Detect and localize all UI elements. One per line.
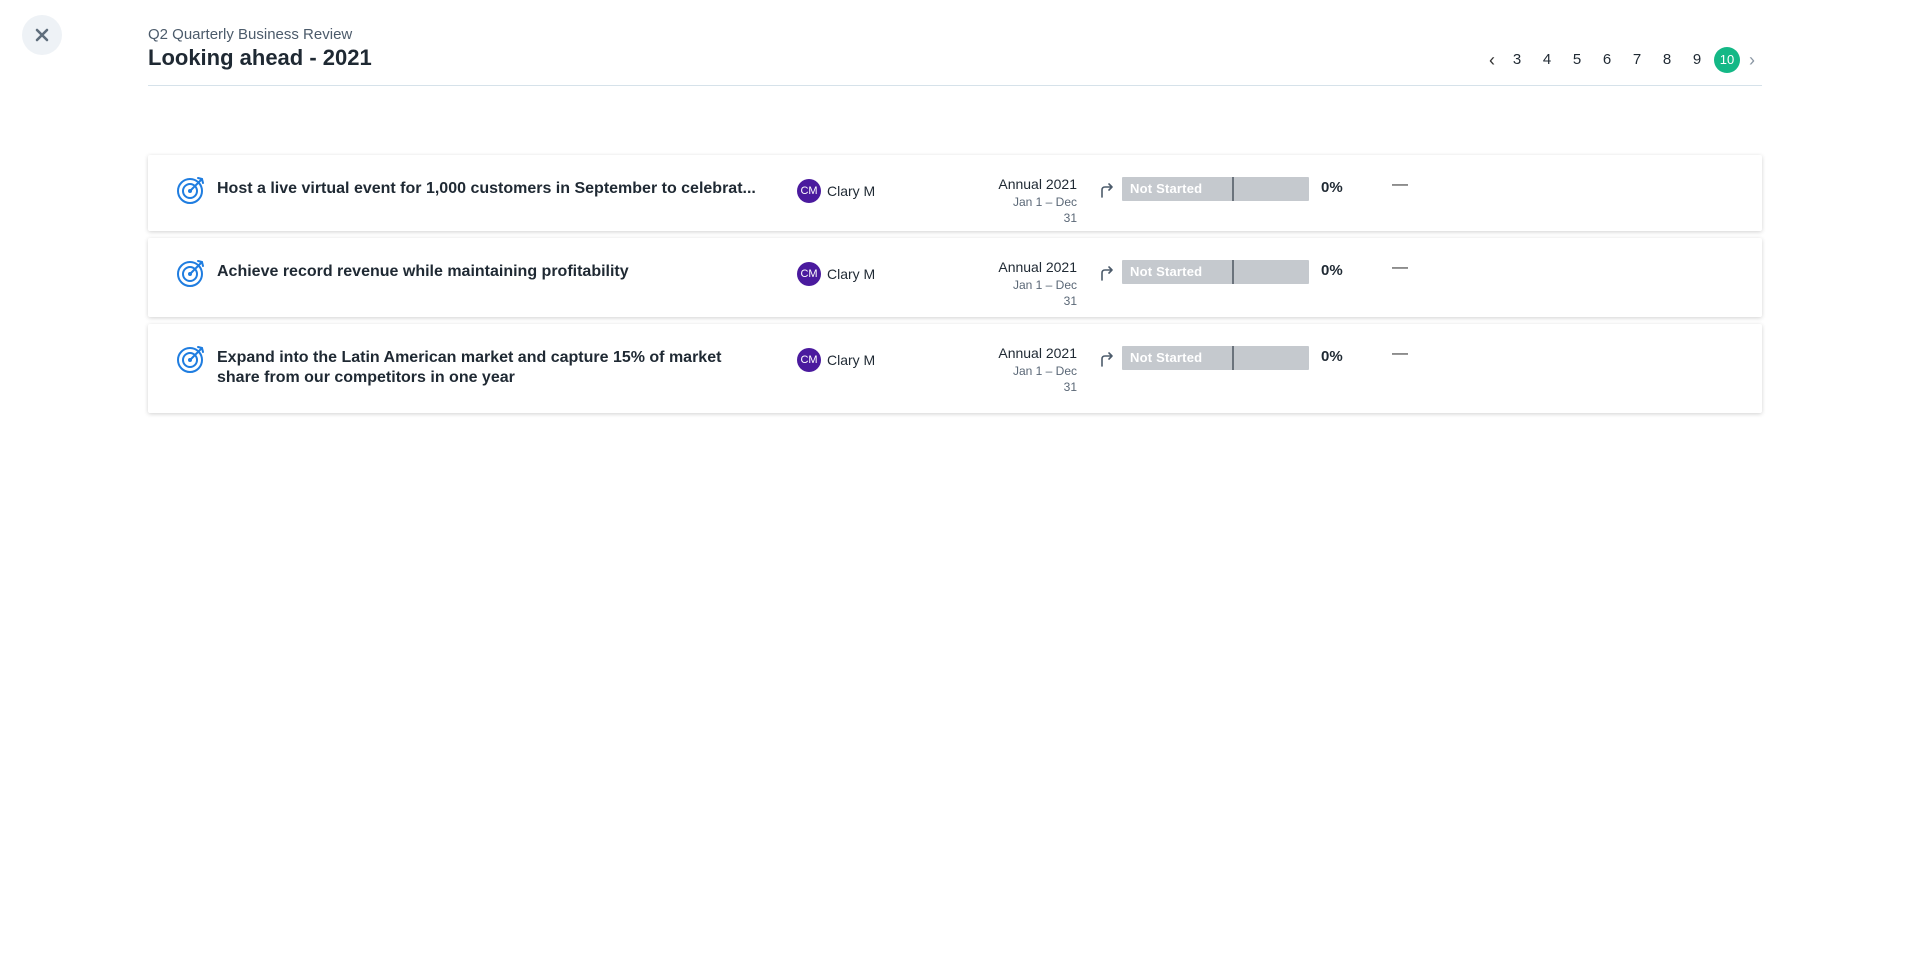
page-6[interactable]: 6 <box>1592 47 1622 73</box>
status-label: Not Started <box>1130 181 1203 196</box>
goal-period: Annual 2021 Jan 1 – Dec 31 <box>997 176 1077 226</box>
goal-row[interactable]: Host a live virtual event for 1,000 cust… <box>148 155 1762 231</box>
expected-progress-marker <box>1232 260 1234 284</box>
goal-row[interactable]: Achieve record revenue while maintaining… <box>148 238 1762 317</box>
goal-period: Annual 2021 Jan 1 – Dec 31 <box>997 259 1077 309</box>
avatar: CM <box>797 348 821 372</box>
owner-name: Clary M <box>827 266 876 282</box>
owner-name: Clary M <box>827 183 876 199</box>
goal-extra: — <box>1392 176 1408 193</box>
status-label: Not Started <box>1130 350 1203 365</box>
expected-progress-marker <box>1232 346 1234 370</box>
period-range: Jan 1 – Dec 31 <box>1012 195 1077 225</box>
avatar: CM <box>797 179 821 203</box>
target-icon <box>177 260 204 287</box>
avatar: CM <box>797 262 821 286</box>
page-subtitle: Q2 Quarterly Business Review <box>148 26 353 43</box>
page-title: Looking ahead - 2021 <box>148 45 372 70</box>
close-icon <box>35 28 49 42</box>
goal-list: Host a live virtual event for 1,000 cust… <box>148 155 1762 420</box>
page-7[interactable]: 7 <box>1622 47 1652 73</box>
prev-page-button[interactable]: ‹ <box>1482 47 1502 73</box>
expected-progress-marker <box>1232 177 1234 201</box>
goal-extra: — <box>1392 259 1408 276</box>
page-3[interactable]: 3 <box>1502 47 1532 73</box>
period-name: Annual 2021 <box>998 259 1077 275</box>
page-header: Q2 Quarterly Business Review Looking ahe… <box>148 26 1762 86</box>
progress-bar: Not Started <box>1122 260 1309 284</box>
goal-owner[interactable]: CM Clary M <box>797 262 875 286</box>
turn-right-arrow-icon <box>1101 183 1113 198</box>
owner-name: Clary M <box>827 352 876 368</box>
next-page-button[interactable]: › <box>1742 47 1762 73</box>
period-name: Annual 2021 <box>998 345 1077 361</box>
progress-percent: 0% <box>1321 262 1343 279</box>
goal-title[interactable]: Achieve record revenue while maintaining… <box>217 262 767 282</box>
period-range: Jan 1 – Dec 31 <box>1012 364 1077 394</box>
page-8[interactable]: 8 <box>1652 47 1682 73</box>
page-4[interactable]: 4 <box>1532 47 1562 73</box>
progress-bar: Not Started <box>1122 177 1309 201</box>
turn-right-arrow-icon <box>1101 352 1113 367</box>
page-10-current[interactable]: 10 <box>1714 47 1740 73</box>
target-icon <box>177 177 204 204</box>
goal-title[interactable]: Expand into the Latin American market an… <box>217 348 767 388</box>
progress-percent: 0% <box>1321 348 1343 365</box>
period-range: Jan 1 – Dec 31 <box>1012 278 1077 308</box>
goal-title[interactable]: Host a live virtual event for 1,000 cust… <box>217 179 767 199</box>
page-5[interactable]: 5 <box>1562 47 1592 73</box>
target-icon <box>177 346 204 373</box>
period-name: Annual 2021 <box>998 176 1077 192</box>
turn-right-arrow-icon <box>1101 266 1113 281</box>
goal-owner[interactable]: CM Clary M <box>797 348 875 372</box>
goal-period: Annual 2021 Jan 1 – Dec 31 <box>997 345 1077 395</box>
progress-bar: Not Started <box>1122 346 1309 370</box>
close-button[interactable] <box>22 15 62 55</box>
goal-owner[interactable]: CM Clary M <box>797 179 875 203</box>
goal-extra: — <box>1392 345 1408 362</box>
page-9[interactable]: 9 <box>1682 47 1712 73</box>
pagination: ‹ 3 4 5 6 7 8 9 10 › <box>1482 47 1762 73</box>
goal-row[interactable]: Expand into the Latin American market an… <box>148 324 1762 413</box>
progress-percent: 0% <box>1321 179 1343 196</box>
status-label: Not Started <box>1130 264 1203 279</box>
